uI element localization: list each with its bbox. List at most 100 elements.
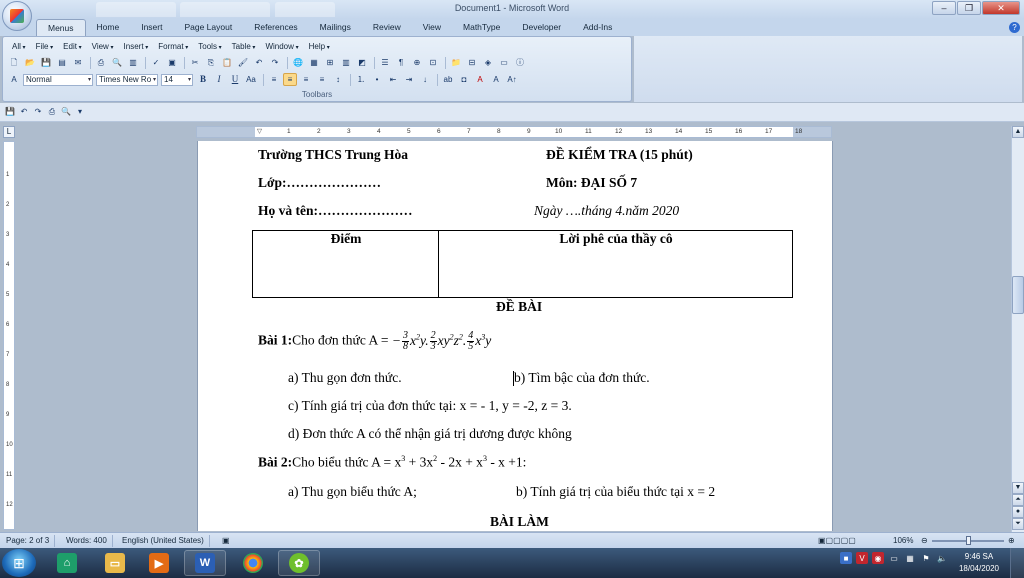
- text-effects-icon[interactable]: A: [489, 73, 503, 86]
- start-button[interactable]: ⊞: [2, 549, 36, 577]
- undo-icon[interactable]: ↶: [18, 106, 30, 118]
- document-map-icon[interactable]: ☰: [378, 56, 392, 69]
- spelling-icon[interactable]: ✓: [149, 56, 163, 69]
- insert-table-icon[interactable]: ⊞: [323, 56, 337, 69]
- align-center-icon[interactable]: ≡: [283, 73, 297, 86]
- tab-insert[interactable]: Insert: [130, 19, 173, 36]
- customize-qat-icon[interactable]: ▾: [74, 106, 86, 118]
- align-right-icon[interactable]: ≡: [299, 73, 313, 86]
- picture-icon[interactable]: ▭: [497, 56, 511, 69]
- close-button[interactable]: ✕: [982, 1, 1020, 15]
- permission-icon[interactable]: ▤: [55, 56, 69, 69]
- print-icon[interactable]: ⎙: [46, 106, 58, 118]
- menu-edit[interactable]: Edit: [58, 41, 86, 53]
- paste-icon[interactable]: 📋: [220, 56, 234, 69]
- tab-add-ins[interactable]: Add-Ins: [572, 19, 623, 36]
- tray-chat-icon[interactable]: ■: [840, 552, 852, 564]
- format-painter-icon[interactable]: 🖌: [236, 56, 250, 69]
- taskbar-app-word[interactable]: W: [184, 550, 226, 576]
- grow-font-icon[interactable]: A↑: [505, 73, 519, 86]
- tab-menus[interactable]: Menus: [36, 19, 86, 36]
- macro-icon[interactable]: ▣: [222, 535, 235, 547]
- browse-prev-icon[interactable]: ⏶: [1012, 494, 1024, 506]
- numbering-icon[interactable]: ⒈: [354, 73, 368, 86]
- drawing-icon[interactable]: ◩: [355, 56, 369, 69]
- tray-display-icon[interactable]: ▭: [888, 552, 900, 564]
- taskbar-app-chrome[interactable]: [232, 550, 274, 576]
- tab-selector[interactable]: L: [3, 126, 15, 138]
- menu-format[interactable]: Format: [153, 41, 193, 53]
- tab-view[interactable]: View: [412, 19, 452, 36]
- print-preview-icon[interactable]: 🔍: [110, 56, 124, 69]
- horizontal-ruler[interactable]: ▽ 1 2 3 4 5 6 7 8 9 10 11 12 13 14 15 16…: [196, 126, 832, 138]
- underline-button[interactable]: U: [228, 73, 242, 86]
- page-count[interactable]: Page: 2 of 3: [6, 535, 56, 547]
- vertical-ruler[interactable]: 1 2 3 4 5 6 7 8 9 10 11 12: [3, 141, 15, 530]
- line-spacing-icon[interactable]: ↕: [331, 73, 345, 86]
- zoom-out-icon[interactable]: ⊖: [921, 535, 933, 547]
- scroll-thumb[interactable]: [1012, 276, 1024, 314]
- align-left-icon[interactable]: ≡: [267, 73, 281, 86]
- restore-button[interactable]: ❐: [957, 1, 981, 15]
- redo-icon[interactable]: ↷: [32, 106, 44, 118]
- help-circle-icon[interactable]: ⓘ: [513, 56, 527, 69]
- new-document-icon[interactable]: 🗋: [7, 56, 21, 69]
- taskbar-app-green2[interactable]: ✿: [278, 550, 320, 576]
- font-size-select[interactable]: 14: [161, 73, 193, 86]
- decrease-indent-icon[interactable]: ⇤: [386, 73, 400, 86]
- tab-home[interactable]: Home: [86, 19, 131, 36]
- menu-view[interactable]: View: [87, 41, 119, 53]
- tab-page-layout[interactable]: Page Layout: [173, 19, 243, 36]
- italic-button[interactable]: I: [212, 73, 226, 86]
- change-case-icon[interactable]: Aa: [244, 73, 258, 86]
- clock[interactable]: 9:46 SA 18/04/2020: [955, 551, 1003, 575]
- language-indicator[interactable]: English (United States): [122, 535, 210, 547]
- font-color-icon[interactable]: A: [473, 73, 487, 86]
- scroll-down-icon[interactable]: ▼: [1012, 482, 1024, 494]
- shapes-icon[interactable]: ◈: [481, 56, 495, 69]
- menu-tools[interactable]: Tools: [193, 41, 226, 53]
- style-select[interactable]: Normal: [23, 73, 93, 86]
- research-book-icon[interactable]: ▣: [165, 56, 179, 69]
- tab-developer[interactable]: Developer: [511, 19, 572, 36]
- zoom-icon[interactable]: ⊕: [410, 56, 424, 69]
- help-icon[interactable]: ?: [1009, 22, 1020, 33]
- minimize-button[interactable]: –: [932, 1, 956, 15]
- office-button[interactable]: [2, 1, 32, 31]
- justify-icon[interactable]: ≡: [315, 73, 329, 86]
- show-hide-icon[interactable]: ¶: [394, 56, 408, 69]
- font-select[interactable]: Times New Ro: [96, 73, 158, 86]
- taskbar-app-explorer[interactable]: ▭: [94, 550, 136, 576]
- browse-next-icon[interactable]: ⏷: [1012, 518, 1024, 530]
- menu-file[interactable]: File: [31, 41, 59, 53]
- tab-references[interactable]: References: [243, 19, 308, 36]
- undo-icon[interactable]: ↶: [252, 56, 266, 69]
- vertical-scrollbar[interactable]: ▲ ▼ ⏶ ● ⏷: [1011, 126, 1024, 532]
- redo-icon[interactable]: ↷: [268, 56, 282, 69]
- document-page[interactable]: Trường THCS Trung Hòa ĐỀ KIỂM TRA (15 ph…: [197, 141, 833, 531]
- word-count[interactable]: Words: 400: [66, 535, 113, 547]
- zoom-slider-thumb[interactable]: [966, 536, 971, 545]
- copy-icon[interactable]: ⎘: [204, 56, 218, 69]
- taskbar-app-green[interactable]: ⌂: [46, 550, 88, 576]
- highlight-icon[interactable]: ab: [441, 73, 455, 86]
- hyperlink-icon[interactable]: 🌐: [291, 56, 305, 69]
- tray-flag-icon[interactable]: ⚑: [920, 552, 932, 564]
- save-icon[interactable]: 💾: [39, 56, 53, 69]
- bullets-icon[interactable]: •: [370, 73, 384, 86]
- bold-button[interactable]: B: [196, 73, 210, 86]
- research-icon[interactable]: ▥: [126, 56, 140, 69]
- view-buttons[interactable]: ▣▢▢▢▢: [818, 535, 861, 547]
- email-icon[interactable]: ✉: [71, 56, 85, 69]
- menu-all[interactable]: All: [7, 41, 31, 53]
- taskbar-app-media[interactable]: ▶: [138, 550, 180, 576]
- table-icon[interactable]: ▦: [307, 56, 321, 69]
- tab-mailings[interactable]: Mailings: [309, 19, 362, 36]
- menu-insert[interactable]: Insert: [119, 41, 154, 53]
- sort-icon[interactable]: ↓: [418, 73, 432, 86]
- open-icon[interactable]: 📂: [23, 56, 37, 69]
- columns-icon[interactable]: ▥: [339, 56, 353, 69]
- print-preview-icon[interactable]: 🔍: [60, 106, 72, 118]
- menu-window[interactable]: Window: [260, 41, 303, 53]
- save-icon[interactable]: 💾: [4, 106, 16, 118]
